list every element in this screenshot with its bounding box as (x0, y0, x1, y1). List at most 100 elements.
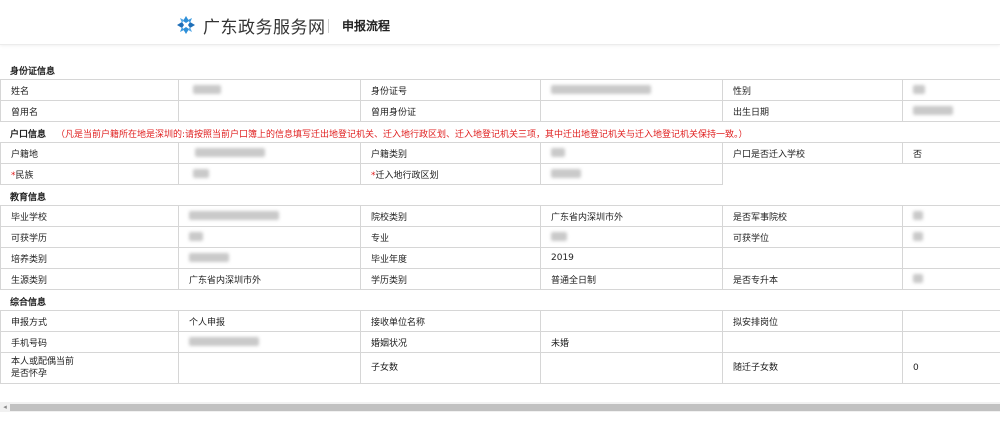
edu-info-table: 毕业学校 院校类别 广东省内深圳市外 是否军事院校 可获学历 专业 可获学位 培… (0, 205, 1000, 290)
value-former-id (540, 100, 723, 122)
table-row: 姓名 身份证号 性别 (0, 79, 1000, 101)
label-move-to-region: *迁入地行政区划 (360, 163, 541, 185)
empty-cell (902, 331, 1000, 353)
empty-cell (723, 164, 903, 185)
label-position: 拟安排岗位 (722, 310, 903, 332)
value-major (540, 226, 723, 248)
section-title-edu: 教育信息 (10, 193, 47, 203)
redacted-value (193, 169, 209, 178)
value-hukou-place (178, 142, 361, 164)
horizontal-scrollbar[interactable]: ◂ (0, 402, 1000, 412)
label-degree: 可获学位 (722, 226, 903, 248)
label-receiving-unit: 接收单位名称 (360, 310, 541, 332)
label-school: 毕业学校 (0, 205, 179, 227)
label-pregnancy: 本人或配偶当前 是否怀孕 (0, 352, 179, 384)
redacted-value (913, 85, 925, 94)
label-former-id: 曾用身份证 (360, 100, 541, 122)
value-phone (178, 331, 361, 353)
id-info-table: 姓名 身份证号 性别 曾用名 曾用身份证 出生日期 (0, 79, 1000, 122)
redacted-value (189, 211, 279, 220)
table-row: 毕业学校 院校类别 广东省内深圳市外 是否军事院校 (0, 205, 1000, 227)
value-pregnancy (178, 352, 361, 384)
label-marital: 婚姻状况 (360, 331, 541, 353)
top-header: 广东政务服务网 申报流程 (0, 0, 1000, 45)
value-grad-year: 2019 (540, 247, 723, 269)
table-row: 手机号码 婚姻状况 未婚 (0, 331, 1000, 353)
empty-cell (902, 247, 1000, 269)
table-row: *民族 *迁入地行政区划 (0, 163, 1000, 185)
label-hukou-place: 户籍地 (0, 142, 179, 164)
label-grad-year: 毕业年度 (360, 247, 541, 269)
value-id-number (540, 79, 723, 101)
label-origin-type: 生源类别 (0, 268, 179, 290)
hukou-info-table: 户籍地 户籍类别 户口是否迁入学校 否 *民族 *迁入地行政区划 (0, 142, 1000, 185)
label-children-moving: 随迁子女数 (722, 352, 903, 384)
redacted-value (551, 148, 565, 157)
hukou-note: （凡是当前户籍所在地是深圳的:请按照当前户口簿上的信息填写迁出地登记机关、迁入地… (56, 130, 748, 140)
redacted-value (913, 274, 923, 283)
section-title-general: 综合信息 (10, 298, 47, 308)
value-edu-type: 普通全日制 (540, 268, 723, 290)
value-move-to-region (540, 163, 723, 185)
value-move-to-school: 否 (902, 142, 1000, 164)
redacted-value (189, 232, 203, 241)
empty-cell (722, 331, 903, 353)
value-name (178, 79, 361, 101)
label-ethnicity-text: 民族 (15, 170, 34, 181)
label-apply-method: 申报方式 (0, 310, 179, 332)
header-divider (328, 19, 329, 33)
redacted-value (551, 85, 651, 94)
value-school (178, 205, 361, 227)
table-row: 生源类别 广东省内深圳市外 学历类别 普通全日制 是否专升本 (0, 268, 1000, 290)
label-phone: 手机号码 (0, 331, 179, 353)
section-title-hukou-text: 户口信息 (10, 130, 47, 140)
section-title-hukou: 户口信息 （凡是当前户籍所在地是深圳的:请按照当前户口簿上的信息填写迁出地登记机关… (0, 129, 1000, 142)
table-row: 可获学历 专业 可获学位 (0, 226, 1000, 248)
redacted-value (195, 148, 265, 157)
general-info-table: 申报方式 个人申报 接收单位名称 拟安排岗位 手机号码 婚姻状况 未婚 本人或配… (0, 310, 1000, 384)
page-title: 申报流程 (342, 19, 391, 33)
value-marital: 未婚 (540, 331, 723, 353)
table-row: 培养类别 毕业年度 2019 (0, 247, 1000, 269)
section-title-id: 身份证信息 (10, 67, 56, 77)
guangdong-gov-logo-icon (177, 16, 195, 34)
label-hukou-type: 户籍类别 (360, 142, 541, 164)
site-brand[interactable]: 广东政务服务网 (203, 13, 326, 38)
value-military-school (902, 205, 1000, 227)
label-name: 姓名 (0, 79, 179, 101)
scrollbar-thumb[interactable] (10, 404, 1000, 411)
label-military-school: 是否军事院校 (722, 205, 903, 227)
label-former-name: 曾用名 (0, 100, 179, 122)
value-former-name (178, 100, 361, 122)
label-degree-level: 可获学历 (0, 226, 179, 248)
table-row: 申报方式 个人申报 接收单位名称 拟安排岗位 (0, 310, 1000, 332)
value-school-type: 广东省内深圳市外 (540, 205, 723, 227)
redacted-value (551, 232, 567, 241)
scroll-left-icon[interactable]: ◂ (1, 403, 9, 411)
value-birth-date (902, 100, 1000, 122)
value-ethnicity (178, 163, 361, 185)
label-major: 专业 (360, 226, 541, 248)
redacted-value (551, 169, 581, 178)
label-children: 子女数 (360, 352, 541, 384)
table-row: 曾用名 曾用身份证 出生日期 (0, 100, 1000, 122)
label-pregnancy-line2: 是否怀孕 (11, 369, 48, 379)
empty-cell (903, 164, 1000, 185)
label-id-number: 身份证号 (360, 79, 541, 101)
redacted-value (189, 337, 259, 346)
value-degree (902, 226, 1000, 248)
redacted-value (189, 253, 229, 262)
redacted-value (193, 85, 221, 94)
label-move-to-region-text: 迁入地行政区划 (375, 170, 439, 181)
value-gender (902, 79, 1000, 101)
label-move-to-school: 户口是否迁入学校 (722, 142, 903, 164)
redacted-value (913, 211, 923, 220)
label-ethnicity: *民族 (0, 163, 179, 185)
table-row: 户籍地 户籍类别 户口是否迁入学校 否 (0, 142, 1000, 164)
label-upgrade: 是否专升本 (722, 268, 903, 290)
value-origin-type: 广东省内深圳市外 (178, 268, 361, 290)
label-school-type: 院校类别 (360, 205, 541, 227)
label-birth-date: 出生日期 (722, 100, 903, 122)
redacted-value (913, 106, 953, 115)
value-children (540, 352, 723, 384)
